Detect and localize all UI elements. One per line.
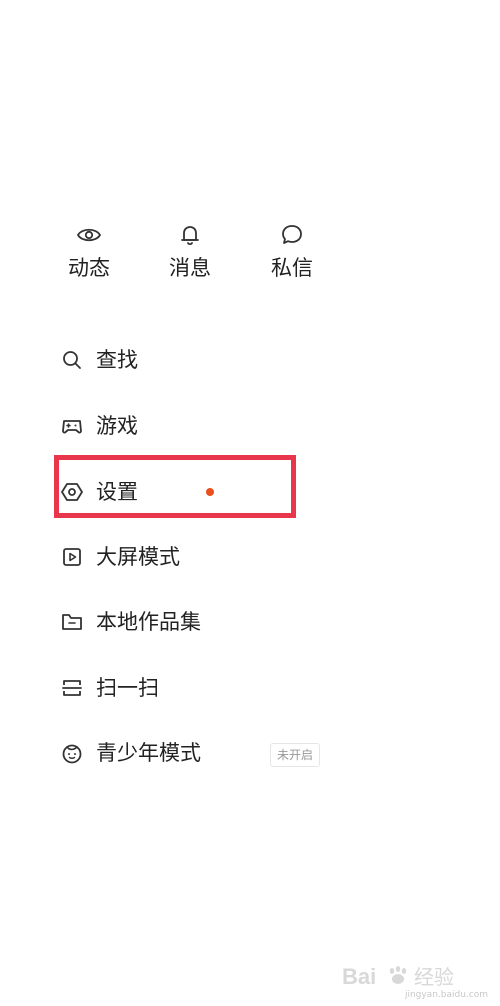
watermark-url: jingyan.baidu.com (404, 990, 488, 1000)
quick-action-label: 私信 (271, 256, 313, 280)
quick-action-dynamics[interactable]: 动态 (44, 220, 134, 290)
folder-icon (62, 614, 82, 630)
eye-icon (77, 228, 101, 242)
quick-action-private-messages[interactable]: 私信 (247, 220, 337, 290)
quick-action-label: 消息 (169, 256, 211, 280)
baidu-jingyan-logo: Bai 经验 (342, 964, 454, 989)
menu-item-label: 本地作品集 (96, 610, 201, 634)
play-square-icon (63, 548, 81, 566)
search-icon (63, 351, 81, 369)
menu-item-scan[interactable]: 扫一扫 (60, 668, 360, 708)
status-badge: 未开启 (270, 743, 321, 767)
menu-item-local-works[interactable]: 本地作品集 (60, 602, 360, 642)
menu-item-label: 扫一扫 (96, 676, 159, 700)
quick-actions: 动态 消息 私信 (0, 220, 500, 290)
svg-text:Bai: Bai (342, 964, 376, 989)
menu-item-label: 青少年模式 (96, 741, 201, 765)
menu-item-label: 大屏模式 (96, 545, 180, 569)
child-face-icon (62, 744, 82, 764)
quick-action-messages[interactable]: 消息 (145, 220, 235, 290)
svg-text:经验: 经验 (414, 965, 454, 989)
quick-action-label: 动态 (68, 256, 110, 280)
menu-item-label: 设置 (96, 480, 138, 504)
watermark: Bai 经验 jingyan.baidu.com (340, 962, 490, 1002)
menu-item-teen-mode[interactable]: 青少年模式 未开启 (60, 733, 360, 773)
menu-item-games[interactable]: 游戏 (60, 406, 360, 446)
red-dot-badge (206, 488, 214, 496)
menu-item-label: 游戏 (96, 414, 138, 438)
gamepad-icon (62, 420, 82, 434)
menu-item-settings[interactable]: 设置 (60, 472, 360, 512)
settings-hexagon-icon (61, 483, 83, 501)
menu-item-big-screen-mode[interactable]: 大屏模式 (60, 537, 360, 577)
chat-bubble-icon (282, 225, 302, 244)
menu-item-label: 查找 (96, 348, 138, 372)
scan-icon (62, 680, 82, 696)
menu-item-search[interactable]: 查找 (60, 340, 360, 380)
bell-icon (181, 226, 199, 246)
